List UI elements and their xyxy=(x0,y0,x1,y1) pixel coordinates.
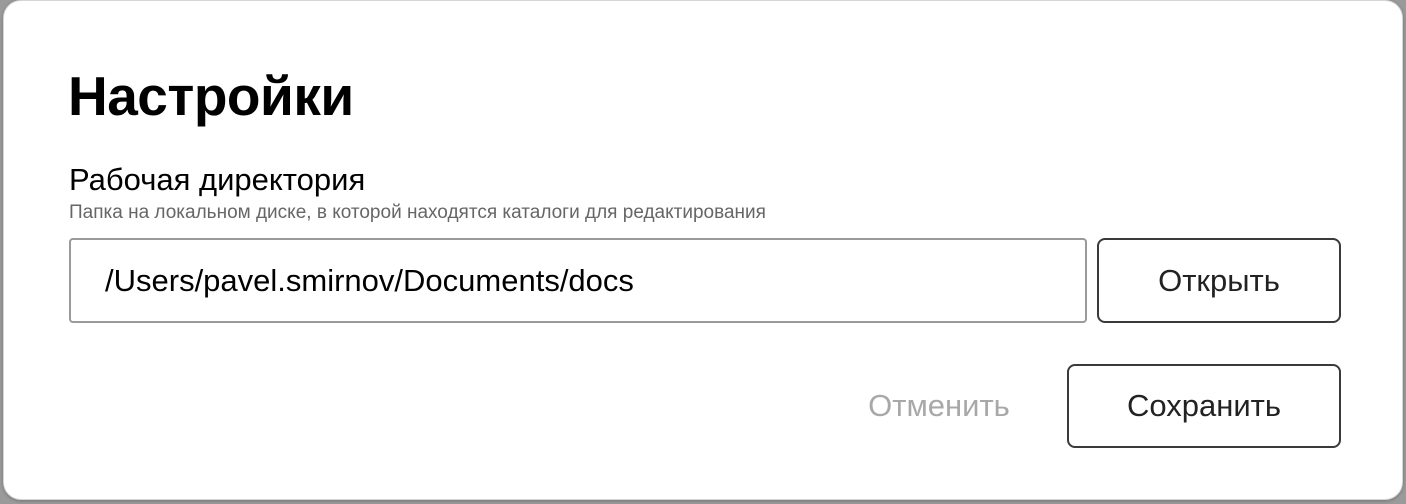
working-dir-hint: Папка на локальном диске, в которой нахо… xyxy=(69,202,766,223)
working-dir-input[interactable] xyxy=(69,238,1087,323)
cancel-button[interactable]: Отменить xyxy=(844,364,1034,448)
working-dir-label: Рабочая директория xyxy=(69,162,366,197)
open-button[interactable]: Открыть xyxy=(1097,238,1341,323)
settings-dialog: Настройки Рабочая директория Папка на ло… xyxy=(3,0,1403,500)
save-button[interactable]: Сохранить xyxy=(1067,364,1341,448)
dialog-title: Настройки xyxy=(68,65,354,127)
